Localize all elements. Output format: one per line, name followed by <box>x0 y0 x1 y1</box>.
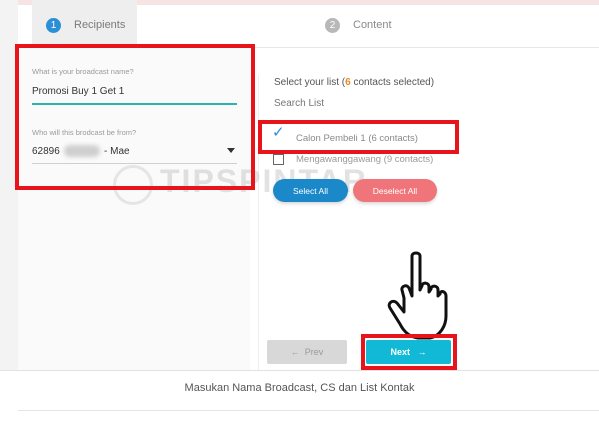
prev-button[interactable]: ← Prev <box>267 340 347 364</box>
list-selection-title: Select your list (6 contacts selected) <box>274 77 435 88</box>
caption: Masukan Nama Broadcast, CS dan List Kont… <box>184 382 415 394</box>
screenshot-bottom-edge <box>0 370 599 371</box>
highlight-next-box <box>361 334 457 370</box>
step-1-label: Recipients <box>74 19 126 31</box>
select-all-button[interactable]: Select All <box>273 179 348 202</box>
footer-divider <box>18 410 599 411</box>
step-2-number: 2 <box>325 18 340 33</box>
deselect-all-button[interactable]: Deselect All <box>353 179 437 202</box>
highlight-list-box <box>258 120 459 154</box>
step-1-number: 1 <box>46 18 61 33</box>
tab-content[interactable]: Content <box>353 19 392 31</box>
search-list-input[interactable] <box>274 98 444 109</box>
arrow-left-icon: ← <box>290 347 300 357</box>
pointing-hand-icon <box>387 251 448 340</box>
highlight-form-box <box>15 44 255 190</box>
